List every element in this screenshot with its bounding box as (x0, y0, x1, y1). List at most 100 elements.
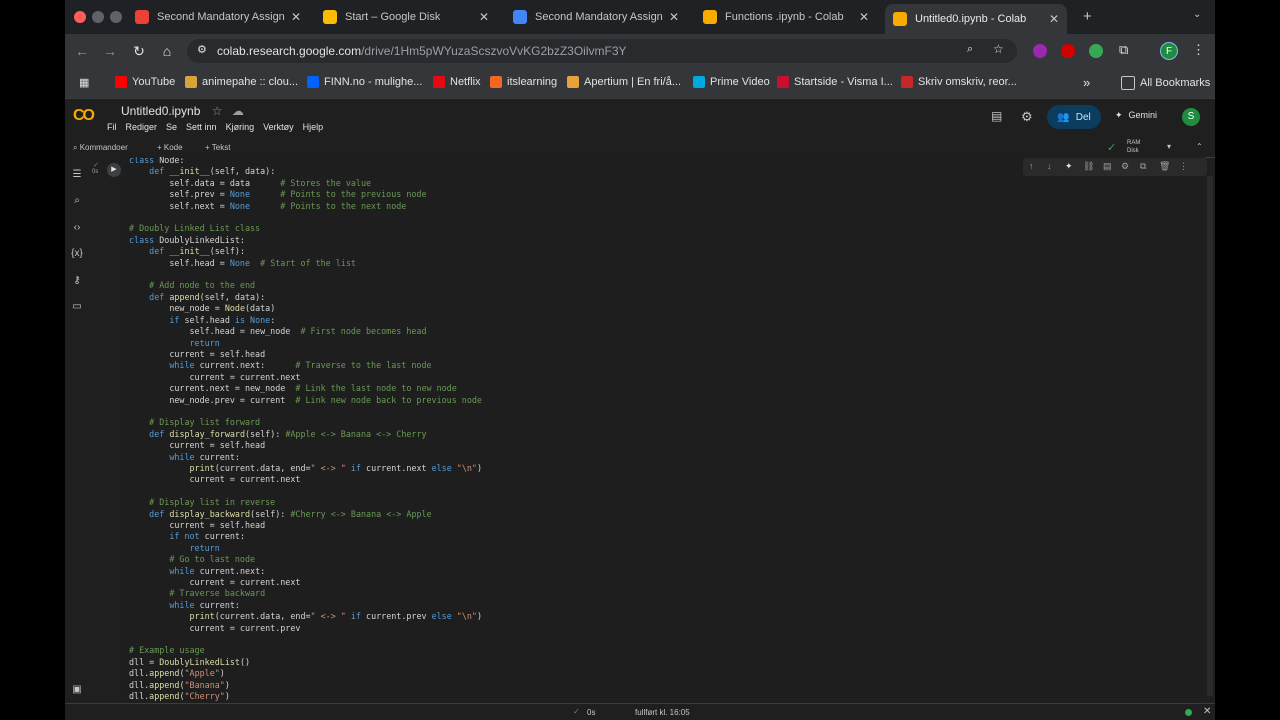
find-icon[interactable]: ⌕ (70, 194, 84, 208)
code-line[interactable]: dll.append("Apple") (129, 668, 225, 678)
address-bar[interactable]: ⚙ colab.research.google.com/drive/1Hm5pW… (187, 39, 1017, 63)
gemini-cell-icon[interactable]: ✦ (1065, 161, 1073, 172)
close-tab-icon[interactable]: ✕ (669, 10, 679, 24)
back-icon[interactable]: ← (73, 42, 91, 60)
menu-item[interactable]: Verktøy (263, 122, 294, 132)
notebook-title[interactable]: Untitled0.ipynb ☆ ☁ (121, 104, 244, 118)
browser-tab[interactable]: Second Mandatory Assignme ✕ (505, 4, 687, 30)
bookmark-item[interactable]: FINN.no - mulighe... (307, 76, 422, 88)
notebook-title-text[interactable]: Untitled0.ipynb (121, 104, 200, 118)
bookmark-item[interactable]: Netflix (433, 76, 481, 88)
code-line[interactable]: print(current.data, end=" <-> " if curre… (129, 611, 483, 621)
code-line[interactable]: def __init__(self): (129, 246, 245, 256)
bookmark-item[interactable]: itslearning (490, 76, 557, 88)
code-line[interactable]: self.head = new_node # First node become… (129, 326, 427, 336)
site-info-icon[interactable]: ⚙ (197, 43, 207, 56)
collapse-icon[interactable]: ⌃ (1196, 142, 1203, 151)
tab-search-icon[interactable]: ⌄ (1193, 9, 1201, 20)
link-icon[interactable]: ⛓ (1083, 161, 1094, 172)
code-line[interactable]: while current.next: (129, 566, 265, 576)
browser-tab[interactable]: Second Mandatory Assignme ✕ (127, 4, 309, 30)
close-window-button[interactable] (74, 11, 86, 23)
code-line[interactable]: current = current.next (129, 474, 301, 484)
code-line[interactable]: current.next = new_node # Link the last … (129, 383, 456, 393)
commands-button[interactable]: ⌕ Kommandoer (73, 143, 128, 153)
code-line[interactable]: current = current.prev (129, 623, 301, 633)
close-tab-icon[interactable]: ✕ (291, 10, 301, 24)
extensions-puzzle-icon[interactable]: ⧉ (1119, 42, 1128, 58)
code-line[interactable]: self.head = None # Start of the list (129, 258, 356, 268)
code-line[interactable]: while current: (129, 600, 240, 610)
code-line[interactable]: if not current: (129, 531, 245, 541)
bookmark-item[interactable]: Prime Video (693, 76, 770, 88)
code-line[interactable]: dll.append("Banana") (129, 680, 230, 690)
reload-icon[interactable]: ↻ (130, 42, 148, 60)
code-line[interactable]: new_node.prev = current # Link new node … (129, 395, 482, 405)
search-icon[interactable]: ⌕ (967, 43, 973, 56)
new-tab-button[interactable]: + (1083, 8, 1092, 25)
code-line[interactable]: if self.head is None: (129, 315, 275, 325)
share-button[interactable]: 👥 Del (1047, 105, 1101, 129)
close-tab-icon[interactable]: ✕ (1049, 12, 1059, 26)
bookmark-item[interactable]: Skriv omskriv, reor... (901, 76, 1017, 88)
code-line[interactable]: class DoublyLinkedList: (129, 235, 245, 245)
settings-icon[interactable]: ⚙ (1021, 109, 1033, 125)
runtime-dropdown-icon[interactable]: ▾ (1167, 142, 1171, 151)
code-line[interactable]: print(current.data, end=" <-> " if curre… (129, 463, 483, 473)
code-line[interactable]: # Go to last node (129, 554, 255, 564)
browser-tab[interactable]: Untitled0.ipynb - Colab ✕ (885, 4, 1067, 34)
code-line[interactable]: current = current.next (129, 372, 301, 382)
colab-logo[interactable]: CO (73, 107, 95, 125)
bookmark-item[interactable]: animepahe :: clou... (185, 76, 298, 88)
code-line[interactable]: new_node = Node(data) (129, 303, 275, 313)
code-line[interactable]: dll = DoublyLinkedList() (129, 657, 250, 667)
bookmark-item[interactable]: Apertium | En fri/å... (567, 76, 681, 88)
code-line[interactable]: def display_backward(self): #Cherry <-> … (129, 509, 431, 519)
chrome-menu-icon[interactable]: ⋮ (1192, 42, 1205, 58)
bookmark-star-icon[interactable]: ☆ (993, 42, 1004, 56)
secrets-key-icon[interactable]: ⚷ (70, 274, 84, 288)
code-line[interactable]: while current: (129, 452, 240, 462)
add-text-button[interactable]: + Tekst (205, 143, 230, 152)
minimize-window-button[interactable] (92, 11, 104, 23)
menu-item[interactable]: Rediger (126, 122, 158, 132)
code-line[interactable]: def display_forward(self): #Apple <-> Ba… (129, 429, 426, 439)
code-line[interactable]: def __init__(self, data): (129, 166, 275, 176)
star-icon[interactable]: ☆ (212, 104, 223, 118)
url-text[interactable]: colab.research.google.com/drive/1Hm5pWYu… (217, 44, 627, 58)
code-line[interactable]: class Node: (129, 157, 184, 165)
cell-settings-icon[interactable]: ⚙ (1121, 161, 1129, 172)
code-line[interactable]: def append(self, data): (129, 292, 265, 302)
menu-item[interactable]: Fil (107, 122, 117, 132)
code-line[interactable]: return (129, 338, 220, 348)
all-bookmarks-button[interactable]: All Bookmarks (1121, 76, 1210, 90)
code-line[interactable]: while current.next: # Traverse to the la… (129, 360, 431, 370)
code-editor[interactable]: class Node: def __init__(self, data): se… (129, 157, 482, 703)
menu-item[interactable]: Hjelp (303, 122, 324, 132)
files-folder-icon[interactable]: ▭ (70, 300, 84, 314)
close-status-icon[interactable]: ✕ (1203, 706, 1211, 717)
code-line[interactable]: # Traverse backward (129, 588, 265, 598)
delete-icon[interactable]: 🗑 (1159, 161, 1170, 172)
variables-icon[interactable]: {x} (70, 247, 84, 261)
code-line[interactable]: # Display list in reverse (129, 497, 275, 507)
table-of-contents-icon[interactable]: ☰ (70, 168, 84, 182)
extension-icon[interactable] (1033, 44, 1047, 58)
more-options-icon[interactable]: ⋮ (1179, 161, 1188, 172)
cloud-icon[interactable]: ☁ (232, 104, 244, 118)
close-tab-icon[interactable]: ✕ (859, 10, 869, 24)
extension-icon[interactable] (1089, 44, 1103, 58)
menu-item[interactable]: Kjøring (226, 122, 255, 132)
code-line[interactable]: current = self.head (129, 440, 265, 450)
code-line[interactable]: self.next = None # Points to the next no… (129, 201, 406, 211)
browser-tab[interactable]: Start – Google Disk ✕ (315, 4, 497, 30)
move-up-icon[interactable]: ↑ (1029, 161, 1034, 171)
mirror-cell-icon[interactable]: ⧉ (1140, 161, 1146, 172)
comment-icon[interactable]: ▤ (1103, 161, 1112, 172)
menu-item[interactable]: Sett inn (186, 122, 217, 132)
move-down-icon[interactable]: ↓ (1047, 161, 1052, 171)
run-cell-button[interactable]: ▶ (107, 163, 121, 177)
code-line[interactable]: # Doubly Linked List class (129, 223, 260, 233)
code-line[interactable]: # Display list forward (129, 417, 260, 427)
code-snippets-icon[interactable]: ‹› (70, 221, 84, 235)
